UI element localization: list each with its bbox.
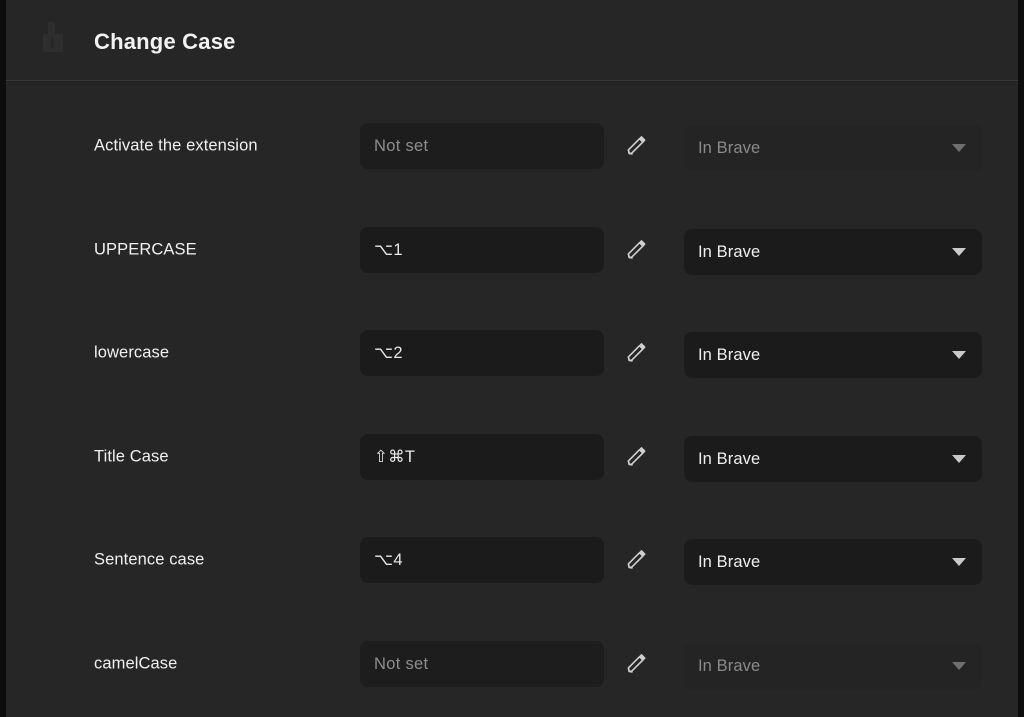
shortcut-row: UPPERCASE ⌥1 In Brave [6, 224, 1018, 276]
shortcut-value: ⌥2 [374, 344, 403, 362]
scope-dropdown[interactable]: In Brave [684, 539, 982, 585]
scope-dropdown[interactable]: In Brave [684, 436, 982, 482]
chevron-down-icon [952, 662, 966, 670]
scope-value: In Brave [698, 449, 761, 468]
shortcut-row-label: Sentence case [94, 550, 205, 569]
shortcut-value: ⌥1 [374, 241, 403, 259]
shortcut-input[interactable]: ⌥4 [360, 537, 604, 583]
shortcut-input[interactable]: ⌥1 [360, 227, 604, 273]
shortcut-input[interactable]: ⌥2 [360, 330, 604, 376]
shortcut-input[interactable]: Not set [360, 123, 604, 169]
shortcut-value: ⇧⌘T [374, 448, 416, 466]
pencil-icon[interactable] [621, 442, 651, 472]
shortcut-row-label: Activate the extension [94, 136, 258, 155]
chevron-down-icon [952, 144, 966, 152]
shortcut-value: ⌥4 [374, 551, 403, 569]
pencil-icon[interactable] [621, 545, 651, 575]
header-divider-shadow [6, 81, 1018, 82]
shortcut-row: Sentence case ⌥4 In Brave [6, 534, 1018, 586]
change-case-logo-icon [30, 16, 78, 64]
scope-dropdown[interactable]: In Brave [684, 229, 982, 275]
shortcut-row-label: lowercase [94, 343, 170, 362]
scope-value: In Brave [698, 138, 761, 157]
pencil-icon[interactable] [621, 338, 651, 368]
scope-dropdown[interactable]: In Brave [684, 332, 982, 378]
chevron-down-icon [952, 351, 966, 359]
page-title: Change Case [94, 29, 236, 54]
shortcut-value: Not set [374, 136, 429, 155]
shortcut-value: Not set [374, 654, 429, 673]
panel-header: Change Case [6, 0, 1018, 82]
scope-dropdown[interactable]: In Brave [684, 125, 982, 171]
shortcut-input[interactable]: ⇧⌘T [360, 434, 604, 480]
pencil-icon[interactable] [621, 649, 651, 679]
shortcut-row-label: Title Case [94, 447, 169, 466]
scope-value: In Brave [698, 656, 761, 675]
shortcut-row-label: UPPERCASE [94, 240, 197, 259]
shortcut-row: lowercase ⌥2 In Brave [6, 327, 1018, 379]
shortcut-row-label: camelCase [94, 654, 178, 673]
shortcut-row: Title Case ⇧⌘T In Brave [6, 431, 1018, 483]
scope-dropdown[interactable]: In Brave [684, 643, 982, 689]
chevron-down-icon [952, 558, 966, 566]
extension-shortcuts-panel: Change Case Activate the extension Not se… [6, 0, 1018, 717]
shortcut-input[interactable]: Not set [360, 641, 604, 687]
pencil-icon[interactable] [621, 131, 651, 161]
scope-value: In Brave [698, 242, 761, 261]
shortcut-row: Activate the extension Not set In Brave [6, 120, 1018, 172]
shortcut-row: camelCase Not set In Brave [6, 638, 1018, 690]
scope-value: In Brave [698, 345, 761, 364]
scope-value: In Brave [698, 552, 761, 571]
chevron-down-icon [952, 455, 966, 463]
chevron-down-icon [952, 248, 966, 256]
pencil-icon[interactable] [621, 235, 651, 265]
